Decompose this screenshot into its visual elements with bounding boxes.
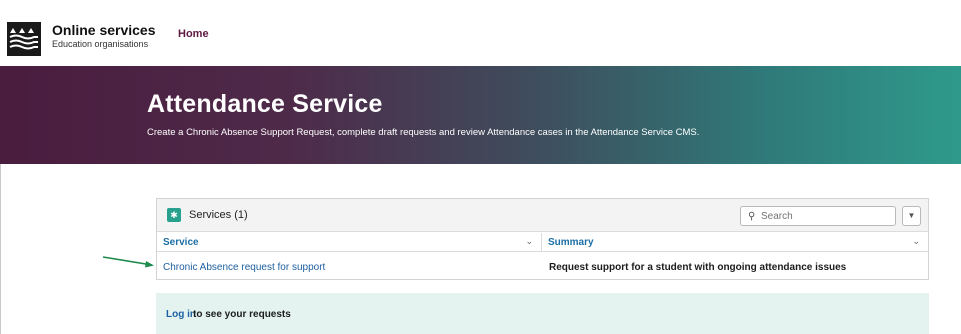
services-panel-header: ✱ Services (1) ⚲ ▼: [157, 199, 928, 232]
nav-home-link[interactable]: Home: [178, 28, 209, 40]
column-header-service[interactable]: Service ⌄: [157, 233, 542, 252]
service-link[interactable]: Chronic Absence request for support: [163, 262, 325, 273]
services-panel-title: Services (1): [189, 209, 248, 221]
hero-banner: Attendance Service Create a Chronic Abse…: [0, 66, 961, 164]
arrow-right-icon: [102, 256, 154, 268]
column-header-label: Summary: [548, 237, 594, 248]
top-bar: Online services Education organisations …: [0, 0, 961, 66]
search-box[interactable]: ⚲: [740, 206, 896, 226]
page-description: Create a Chronic Absence Support Request…: [147, 127, 700, 138]
page-title: Attendance Service: [147, 90, 383, 118]
search-icon: ⚲: [748, 211, 756, 222]
login-link[interactable]: Log in: [166, 309, 196, 320]
brand-subtitle: Education organisations: [52, 39, 149, 49]
chevron-down-icon[interactable]: ⌄: [912, 236, 920, 247]
chevron-down-icon[interactable]: ⌄: [525, 236, 533, 247]
filter-dropdown-button[interactable]: ▼: [902, 206, 921, 226]
services-panel: ✱ Services (1) ⚲ ▼ Service ⌄ Summary ⌄ C…: [156, 198, 929, 280]
column-header-summary[interactable]: Summary ⌄: [542, 233, 928, 252]
column-header-label: Service: [163, 237, 199, 248]
services-icon: ✱: [167, 208, 181, 222]
service-summary: Request support for a student with ongoi…: [549, 262, 847, 273]
waves-logo-icon[interactable]: [7, 22, 41, 56]
search-input[interactable]: [761, 208, 891, 224]
login-banner: Log in to see your requests: [156, 293, 929, 334]
brand-title: Online services: [52, 22, 156, 38]
login-message: to see your requests: [193, 309, 291, 320]
